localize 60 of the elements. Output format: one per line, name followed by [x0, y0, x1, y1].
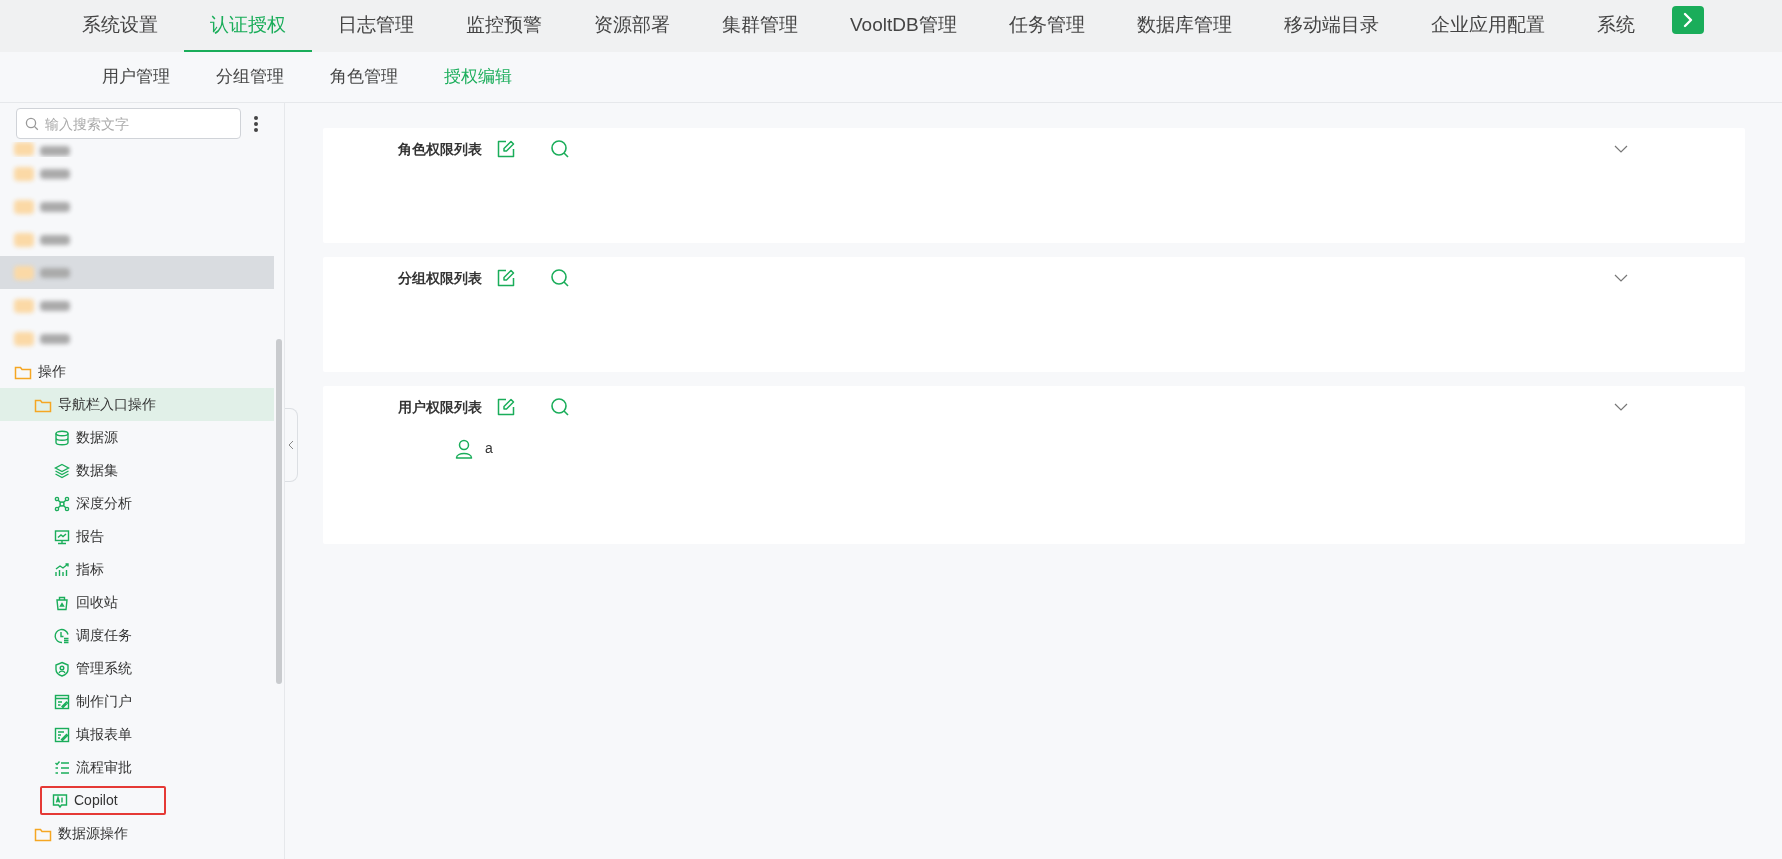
ai-chat-icon	[52, 792, 68, 809]
edit-button[interactable]	[496, 397, 516, 417]
search-button[interactable]	[550, 397, 570, 417]
expand-button[interactable]	[1614, 273, 1628, 283]
sub-nav-tab[interactable]: 分组管理	[216, 64, 284, 90]
search-button[interactable]	[550, 139, 570, 159]
trash-bin-icon	[54, 594, 70, 611]
tree-item[interactable]: 导航栏入口操作	[0, 388, 274, 421]
edit-icon	[496, 139, 516, 159]
edit-icon	[496, 397, 516, 417]
scrollbar[interactable]	[276, 339, 282, 684]
search-icon	[25, 117, 39, 131]
nav-tab[interactable]: 资源部署	[568, 0, 696, 52]
panel-title: 分组权限列表	[398, 268, 482, 288]
trend-chart-icon	[54, 561, 70, 578]
search-field[interactable]: 输入搜索文字	[16, 108, 241, 139]
search-icon	[550, 268, 570, 288]
edit-icon	[496, 268, 516, 288]
checklist-icon	[54, 759, 70, 776]
nav-tab[interactable]: 企业应用配置	[1404, 0, 1571, 52]
edit-button[interactable]	[496, 139, 516, 159]
collapse-handle[interactable]	[285, 408, 298, 482]
search-icon	[550, 397, 570, 417]
nav-tab[interactable]: 系统设置	[56, 0, 184, 52]
search-icon	[550, 139, 570, 159]
blurred-item[interactable]	[0, 256, 274, 289]
sub-nav-tab[interactable]: 用户管理	[102, 64, 170, 90]
nav-tab[interactable]: 监控预警	[440, 0, 568, 52]
edit-button[interactable]	[496, 268, 516, 288]
chevron-down-icon	[1614, 144, 1628, 154]
search-button[interactable]	[550, 268, 570, 288]
window-edit-icon	[54, 693, 70, 710]
scroll-right-button[interactable]	[1672, 6, 1704, 34]
user-icon	[455, 438, 473, 459]
highlight-box: Copilot	[40, 786, 166, 815]
database-icon	[54, 429, 70, 446]
nav-tab[interactable]: 集群管理	[696, 0, 824, 52]
form-edit-icon	[54, 726, 70, 743]
nav-tab[interactable]: 日志管理	[312, 0, 440, 52]
nav-tab[interactable]: 任务管理	[982, 0, 1111, 52]
more-icon[interactable]	[253, 114, 259, 133]
panel-title: 角色权限列表	[398, 139, 482, 159]
shield-user-icon	[54, 660, 70, 677]
chevron-down-icon	[1614, 402, 1628, 412]
user-name: a	[485, 439, 493, 458]
clock-icon	[54, 627, 70, 644]
expand-button[interactable]	[1614, 402, 1628, 412]
chevron-right-icon	[1681, 12, 1695, 28]
nav-tab[interactable]: 系统	[1570, 0, 1661, 52]
monitor-icon	[54, 528, 70, 545]
expand-button[interactable]	[1614, 144, 1628, 154]
nav-tab[interactable]: VooltDB管理	[824, 0, 983, 52]
network-icon	[54, 495, 70, 512]
chevron-down-icon	[1614, 273, 1628, 283]
nav-tab[interactable]: 数据库管理	[1110, 0, 1258, 52]
layers-icon	[54, 462, 70, 479]
nav-tab[interactable]: 移动端目录	[1257, 0, 1405, 52]
panel-title: 用户权限列表	[398, 397, 482, 417]
sub-nav-tab[interactable]: 角色管理	[330, 64, 398, 90]
chevron-left-icon	[288, 440, 294, 450]
